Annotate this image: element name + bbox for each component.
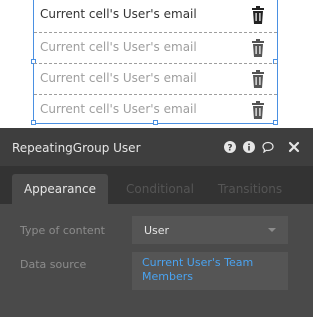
repeating-group[interactable]: Current cell's User's email Current cell…: [31, 0, 278, 125]
type-of-content-value: User: [144, 224, 170, 237]
property-editor-panel: RepeatingGroup User ? Appearance Conditi…: [0, 128, 313, 317]
trash-icon[interactable]: [251, 70, 265, 88]
appearance-settings: Type of content User Data source Current…: [0, 204, 313, 317]
list-item[interactable]: Current cell's User's email: [34, 33, 277, 63]
svg-text:?: ?: [227, 144, 232, 154]
list-item[interactable]: Current cell's User's email: [34, 64, 277, 94]
tab-bar: Appearance Conditional Transitions: [0, 166, 313, 204]
trash-icon[interactable]: [251, 39, 265, 57]
list-item[interactable]: Current cell's User's email: [34, 0, 277, 30]
user-email-text: Current cell's User's email: [40, 7, 197, 21]
tab-appearance[interactable]: Appearance: [12, 174, 108, 204]
panel-title: RepeatingGroup User: [12, 141, 141, 155]
data-source-expression[interactable]: Current User's Team Members: [142, 256, 282, 284]
user-email-text: Current cell's User's email: [40, 102, 197, 116]
comment-icon[interactable]: [262, 141, 274, 153]
data-source-field[interactable]: Current User's Team Members: [132, 252, 288, 290]
tab-conditional[interactable]: Conditional: [116, 174, 204, 204]
data-source-label: Data source: [20, 258, 87, 271]
chevron-down-icon: [268, 228, 276, 232]
type-of-content-dropdown[interactable]: User: [132, 216, 288, 244]
close-icon[interactable]: [288, 141, 300, 153]
help-icon[interactable]: ?: [224, 141, 236, 153]
user-email-text: Current cell's User's email: [40, 71, 197, 85]
trash-icon[interactable]: [251, 101, 265, 119]
type-of-content-label: Type of content: [20, 224, 105, 237]
trash-icon[interactable]: [251, 6, 265, 24]
tab-transitions[interactable]: Transitions: [208, 174, 292, 204]
panel-header[interactable]: RepeatingGroup User ?: [0, 128, 313, 166]
info-icon[interactable]: [243, 141, 255, 153]
user-email-text: Current cell's User's email: [40, 40, 197, 54]
list-item[interactable]: Current cell's User's email: [34, 95, 277, 125]
